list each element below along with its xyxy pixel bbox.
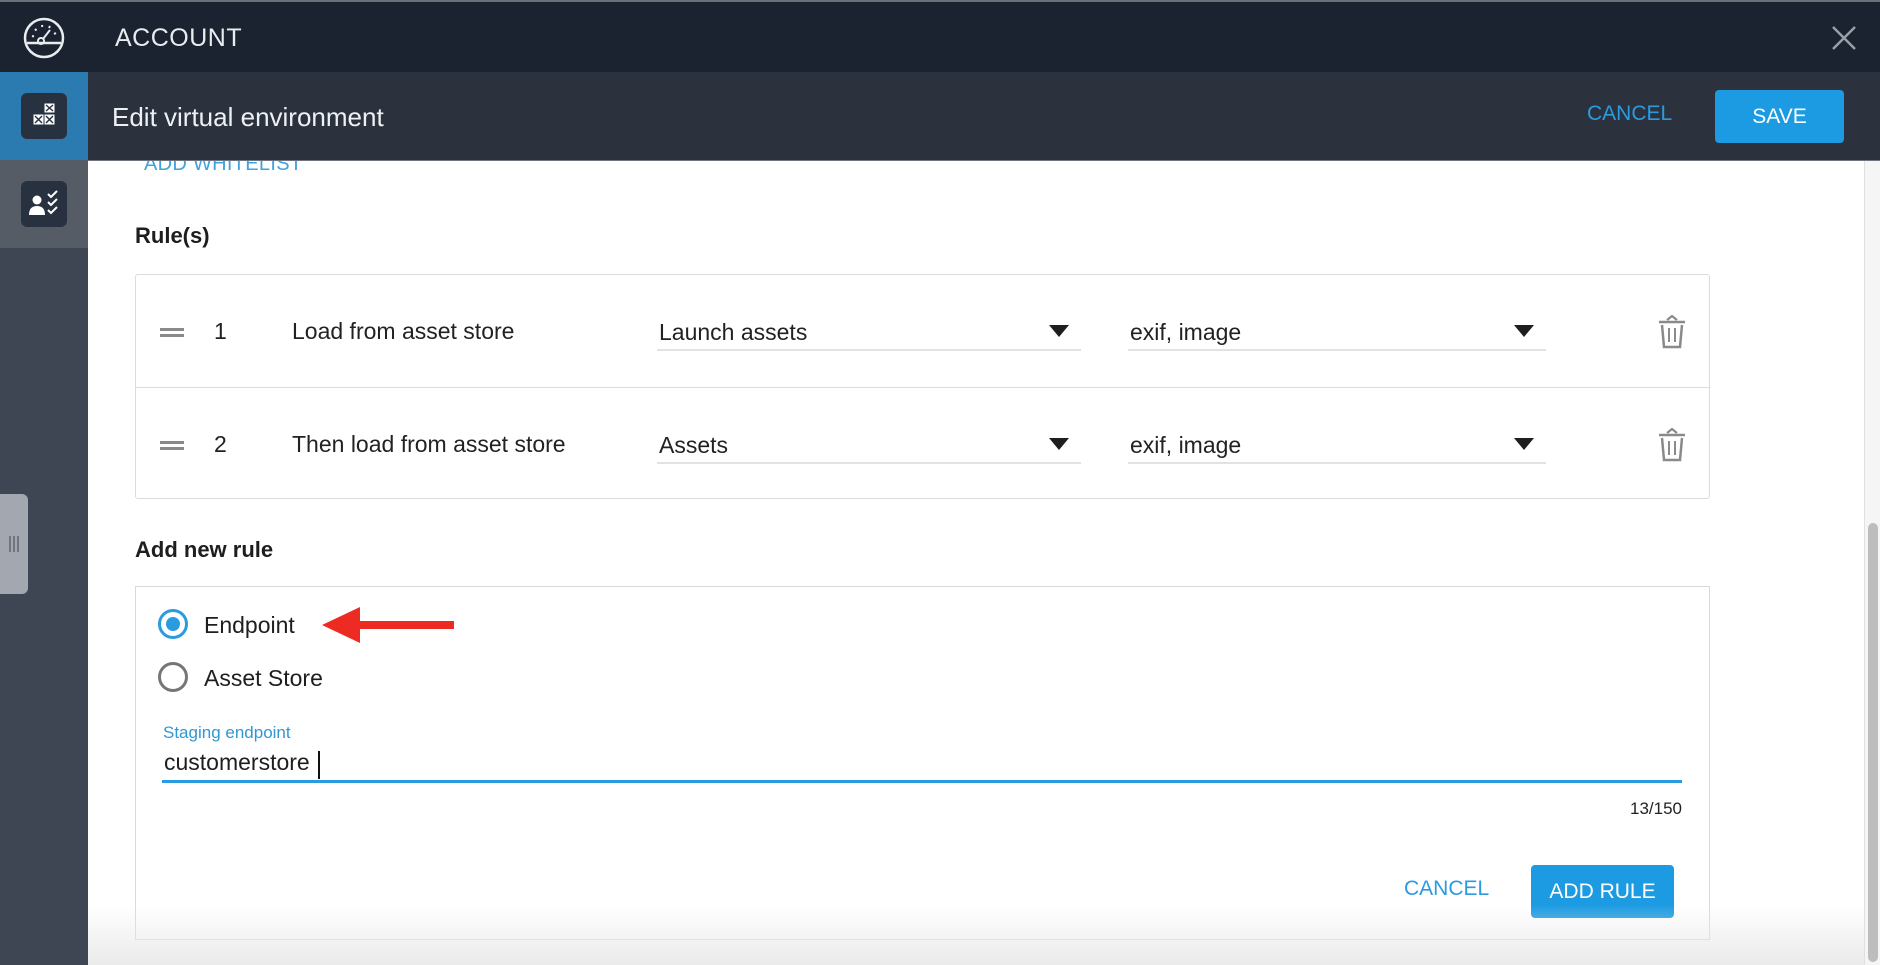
source-select-value: Launch assets [659,319,808,345]
page-title: Edit virtual environment [112,102,384,132]
annotation-arrow-icon [322,607,454,643]
source-select[interactable]: Assets [657,424,1081,464]
source-select[interactable]: Launch assets [657,311,1081,351]
rule-label: Then load from asset store [292,431,566,457]
rule-row: 2 Then load from asset store Assets exif… [136,387,1709,499]
text-cursor [318,751,320,779]
char-counter: 13/150 [1630,799,1682,818]
drag-handle-icon[interactable] [160,441,184,450]
speedometer-icon[interactable] [22,16,66,60]
rule-number: 2 [214,431,227,457]
staging-endpoint-input[interactable] [162,745,1682,783]
app-title: ACCOUNT [115,24,243,52]
rail-item-environments[interactable] [0,72,88,160]
sub-header: Edit virtual environment CANCEL SAVE [88,72,1880,161]
close-icon[interactable] [1830,24,1858,52]
trash-icon[interactable] [1656,313,1688,351]
caret-down-icon [1514,325,1534,337]
radio-endpoint[interactable] [158,609,188,639]
caret-down-icon [1514,438,1534,450]
user-checklist-icon [21,181,67,227]
main-content: ADD WHITELIST Rule(s) 1 Load from asset … [88,161,1864,965]
types-select-value: exif, image [1130,319,1242,345]
top-bar: ACCOUNT [0,0,1880,72]
left-rail [0,72,88,965]
panel-resize-handle[interactable] [0,494,28,594]
radio-asset-store-label[interactable]: Asset Store [204,665,323,692]
cancel-rule-button[interactable]: CANCEL [1404,877,1489,901]
add-rule-form: Endpoint Asset Store Staging endpoint 13… [135,586,1710,940]
scrollbar-track[interactable] [1864,161,1880,965]
rules-list: 1 Load from asset store Launch assets ex… [135,274,1710,499]
types-select[interactable]: exif, image [1128,311,1546,351]
radio-endpoint-label[interactable]: Endpoint [204,612,295,639]
trash-icon[interactable] [1656,426,1688,464]
caret-down-icon [1049,438,1069,450]
rule-label: Load from asset store [292,318,515,344]
add-rule-section-title: Add new rule [135,537,274,562]
drag-handle-icon[interactable] [160,328,184,337]
cancel-button[interactable]: CANCEL [1587,102,1672,126]
source-select-value: Assets [659,432,729,458]
types-select-value: exif, image [1130,432,1242,458]
add-whitelist-link[interactable]: ADD WHITELIST [144,161,302,176]
caret-down-icon [1049,325,1069,337]
scrollbar-thumb[interactable] [1868,523,1878,962]
add-rule-button[interactable]: ADD RULE [1531,865,1674,918]
rule-number: 1 [214,318,227,344]
radio-asset-store[interactable] [158,662,188,692]
save-button[interactable]: SAVE [1715,90,1844,143]
rule-row: 1 Load from asset store Launch assets ex… [136,275,1709,387]
crates-icon [21,93,67,139]
staging-endpoint-label: Staging endpoint [163,723,291,742]
rail-item-users[interactable] [0,160,88,248]
types-select[interactable]: exif, image [1128,424,1546,464]
rules-section-title: Rule(s) [135,223,210,248]
